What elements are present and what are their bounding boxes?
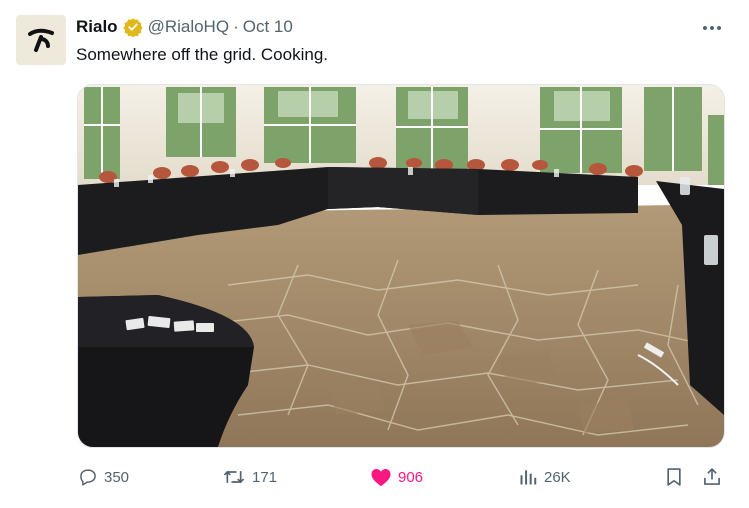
- like-button[interactable]: 906: [370, 462, 423, 492]
- repost-button[interactable]: 171: [222, 462, 277, 492]
- tweet-photo[interactable]: [77, 84, 725, 448]
- more-icon[interactable]: [701, 18, 723, 38]
- views-count: 26K: [544, 468, 571, 486]
- display-name[interactable]: Rialo: [76, 17, 118, 37]
- views-button[interactable]: 26K: [518, 462, 571, 492]
- timestamp[interactable]: Oct 10: [243, 17, 293, 37]
- views-icon: [520, 470, 537, 485]
- conference-room-photo: [78, 85, 724, 447]
- share-button[interactable]: [702, 462, 728, 492]
- share-icon: [704, 468, 720, 485]
- verified-badge-icon[interactable]: [122, 17, 143, 37]
- reply-count: 350: [104, 468, 130, 486]
- handle[interactable]: @RialoHQ: [148, 17, 230, 37]
- repost-icon: [223, 471, 245, 483]
- tweet[interactable]: Rialo @RialoHQ · Oct 10 Somewhere off th…: [0, 0, 749, 508]
- tweet-header: Rialo @RialoHQ · Oct 10: [76, 16, 293, 38]
- bookmark-button[interactable]: [664, 462, 690, 492]
- reply-button[interactable]: 350: [78, 462, 129, 492]
- heart-icon: [371, 469, 391, 487]
- repost-count: 171: [252, 468, 278, 486]
- tweet-text: Somewhere off the grid. Cooking.: [76, 45, 328, 64]
- separator: ·: [233, 17, 239, 36]
- avatar[interactable]: [16, 15, 66, 65]
- like-count: 906: [398, 468, 424, 486]
- rialo-logo-icon: [28, 28, 54, 52]
- bookmark-icon: [667, 468, 681, 486]
- reply-icon: [80, 469, 96, 486]
- tweet-actions: 350 171 906 26K: [0, 462, 749, 492]
